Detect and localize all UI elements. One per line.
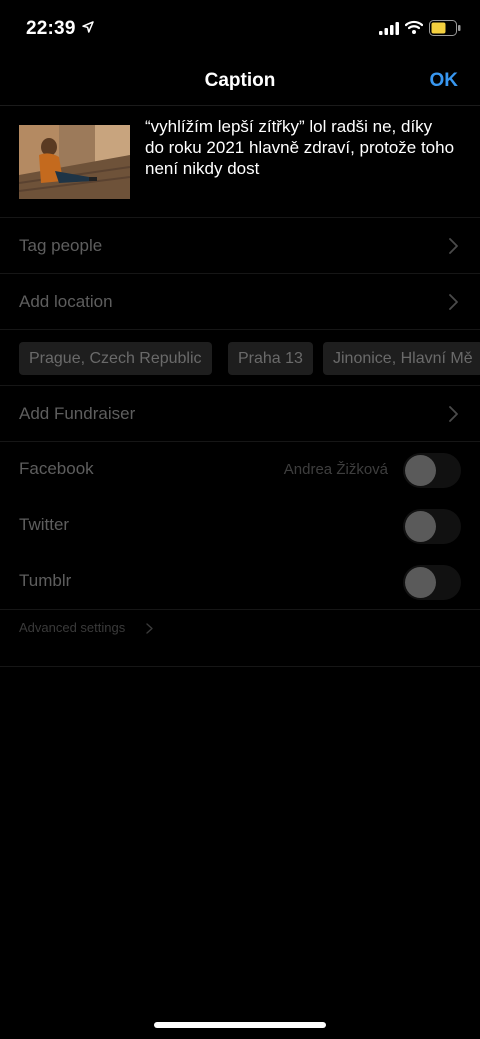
toggle-knob — [405, 511, 436, 542]
add-location-row[interactable]: Add location — [0, 274, 480, 330]
location-chip[interactable]: Praha 13 — [228, 342, 313, 375]
share-twitter-row: Twitter — [0, 498, 480, 554]
add-location-label: Add location — [19, 292, 113, 311]
status-time: 22:39 — [26, 18, 76, 39]
facebook-account-name: Andrea Žižková — [283, 461, 388, 478]
toggle-knob — [405, 455, 436, 486]
twitter-label: Twitter — [19, 515, 70, 534]
chevron-right-icon — [146, 623, 153, 634]
chevron-right-icon — [449, 294, 458, 310]
location-chip[interactable]: Jinonice, Hlavní Mě — [323, 342, 480, 375]
location-suggestions: Prague, Czech Republic Praha 13 Jinonice… — [0, 330, 480, 386]
photo-thumbnail[interactable] — [19, 125, 130, 199]
wifi-icon — [405, 20, 423, 34]
add-fundraiser-row[interactable]: Add Fundraiser — [0, 386, 480, 442]
home-indicator[interactable] — [154, 1022, 326, 1028]
twitter-toggle[interactable] — [403, 509, 461, 544]
advanced-settings-link[interactable]: Advanced settings — [19, 620, 125, 635]
toggle-knob — [405, 567, 436, 598]
chevron-right-icon — [449, 406, 458, 422]
tag-people-row[interactable]: Tag people — [0, 218, 480, 274]
status-bar: 22:39 — [0, 0, 480, 58]
location-arrow-icon — [82, 21, 94, 33]
signal-icon — [379, 22, 399, 35]
divider — [0, 666, 480, 667]
facebook-toggle[interactable] — [403, 453, 461, 488]
add-fundraiser-label: Add Fundraiser — [19, 404, 136, 423]
battery-icon — [429, 20, 461, 36]
ok-button[interactable]: OK — [430, 70, 459, 92]
facebook-label: Facebook — [19, 459, 94, 478]
caption-row: “vyhlížím lepší zítřky” lol radši ne, dí… — [0, 106, 480, 218]
location-chip[interactable]: Prague, Czech Republic — [19, 342, 212, 375]
share-facebook-row: Facebook Andrea Žižková — [0, 442, 480, 498]
tumblr-label: Tumblr — [19, 571, 72, 590]
chevron-right-icon — [449, 238, 458, 254]
tag-people-label: Tag people — [19, 236, 103, 255]
tumblr-toggle[interactable] — [403, 565, 461, 600]
page-title: Caption — [204, 70, 276, 91]
caption-text[interactable]: “vyhlížím lepší zítřky” lol radši ne, dí… — [145, 116, 463, 179]
share-tumblr-row: Tumblr — [0, 554, 480, 610]
nav-bar: Caption OK — [0, 58, 480, 106]
